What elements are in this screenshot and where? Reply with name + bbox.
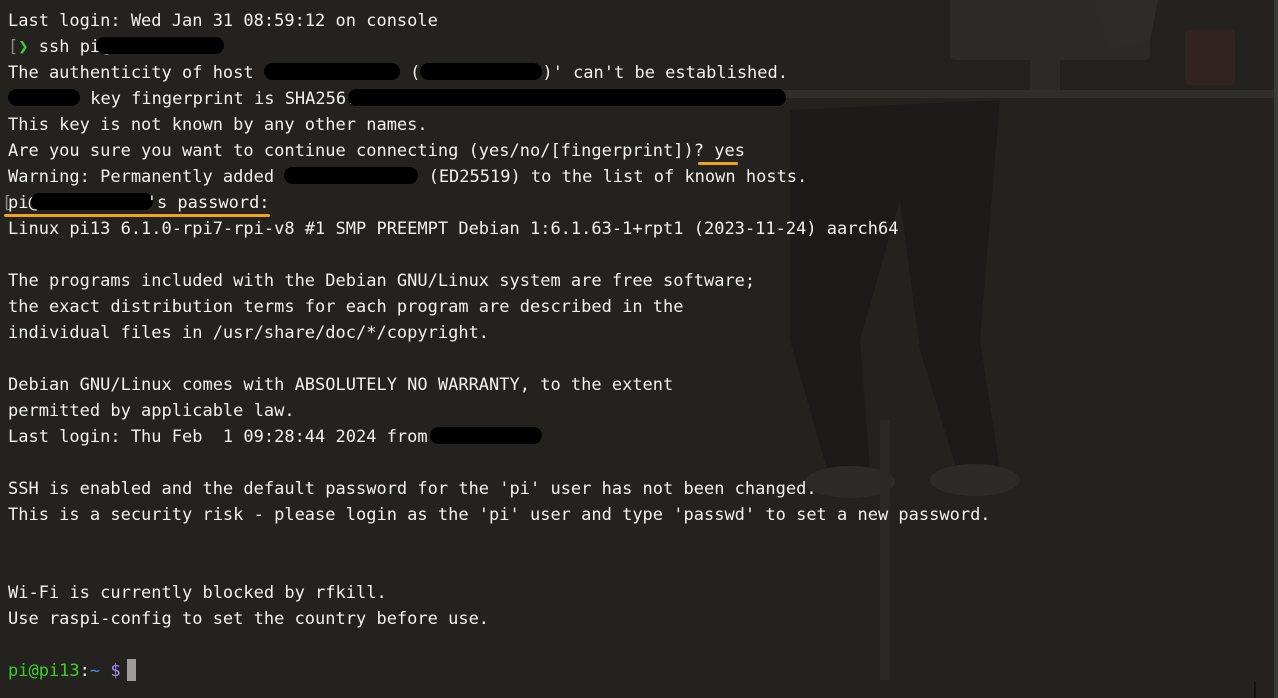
redacted-keytype	[8, 89, 80, 106]
redacted-ip	[429, 427, 542, 444]
last-login-line: Last login: Thu Feb 1 09:28:44 2024 from	[8, 424, 991, 450]
shell-prompt[interactable]: pi@pi13:~ $	[8, 658, 991, 684]
wifi-line: Use raspi-config to set the country befo…	[8, 609, 490, 629]
motd-line: the exact distribution terms for each pr…	[8, 297, 684, 317]
motd-line: individual files in /usr/share/doc/*/cop…	[8, 323, 490, 343]
authenticity-line: The authenticity of host ()' can't be es…	[8, 63, 788, 83]
motd-line: permitted by applicable law.	[8, 401, 295, 421]
window-corner-mark	[1254, 682, 1256, 698]
fingerprint-line: key fingerprint is SHA256:	[8, 86, 991, 112]
terminal-output: Last login: Wed Jan 31 08:59:12 on conso…	[2, 8, 991, 684]
terminal-window[interactable]: Last login: Wed Jan 31 08:59:12 on conso…	[0, 0, 1278, 698]
ssh-warning-line: SSH is enabled and the default password …	[8, 479, 817, 499]
uname-line: Linux pi13 6.1.0-rpi7-rpi-v8 #1 SMP PREE…	[8, 219, 899, 239]
unknown-key-line: This key is not known by any other names…	[8, 115, 428, 135]
ssh-warning-line: This is a security risk - please login a…	[8, 505, 991, 525]
motd-line: Debian GNU/Linux comes with ABSOLUTELY N…	[8, 375, 674, 395]
redacted-host	[263, 63, 400, 80]
prompt-path: ~	[89, 661, 101, 681]
prompt-bracket: [	[2, 193, 13, 213]
password-line: [pi@'s password:	[2, 190, 991, 217]
continue-line: Are you sure you want to continue connec…	[8, 138, 991, 165]
motd-line: The programs included with the Debian GN…	[8, 271, 756, 291]
ssh-command-line: [❯ ssh pi@	[8, 34, 991, 60]
window-edge	[1274, 0, 1278, 698]
prompt-arrow-icon: ❯	[18, 37, 29, 57]
text-cursor[interactable]	[126, 659, 136, 681]
warning-line: Warning: Permanently added (ED25519) to …	[8, 167, 808, 187]
wifi-line: Wi-Fi is currently blocked by rfkill.	[8, 583, 387, 603]
prompt-separator: :	[79, 661, 90, 681]
redacted-ip	[420, 63, 543, 80]
redacted-host	[30, 193, 153, 210]
prompt-dollar: $	[110, 661, 121, 681]
last-login-line: Last login: Wed Jan 31 08:59:12 on conso…	[8, 11, 438, 31]
redacted-host	[284, 167, 419, 184]
prompt-bracket: [	[8, 37, 19, 57]
redacted-fingerprint	[348, 89, 787, 106]
yes-answer: yes	[714, 141, 745, 161]
redacted-host	[96, 37, 225, 54]
prompt-user: pi@pi13	[8, 661, 80, 681]
